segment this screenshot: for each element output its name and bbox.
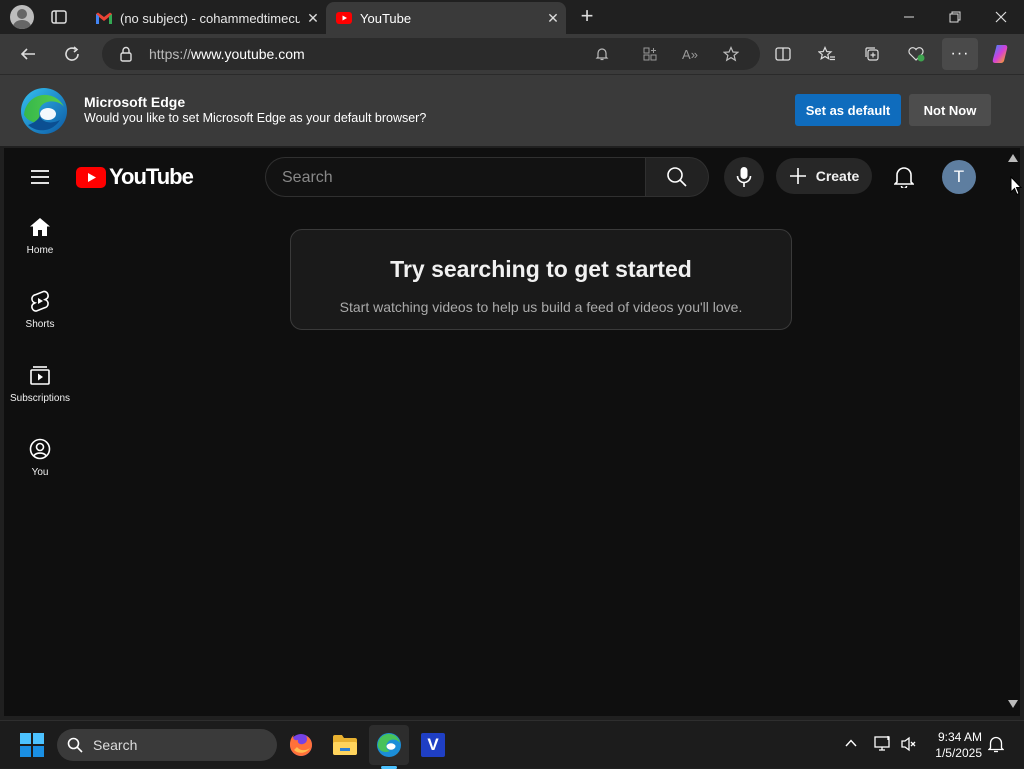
youtube-wordmark: YouTube xyxy=(109,164,194,189)
firefox-icon xyxy=(290,734,312,756)
clock-date[interactable]: 1/5/2025 xyxy=(925,746,982,760)
edge-icon xyxy=(377,733,401,757)
scroll-up-arrow[interactable] xyxy=(1008,154,1018,162)
close-tab-icon[interactable]: ✕ xyxy=(300,10,326,27)
settings-more-icon[interactable]: ··· xyxy=(942,38,978,70)
read-aloud-icon[interactable]: A» xyxy=(676,40,704,68)
lock-icon[interactable] xyxy=(119,46,133,62)
voice-search-button[interactable] xyxy=(724,157,764,197)
youtube-logo[interactable]: YouTube xyxy=(76,164,194,189)
show-hidden-icons-button[interactable] xyxy=(843,735,861,753)
collections-icon[interactable] xyxy=(858,40,886,68)
clock-time[interactable]: 9:34 AM xyxy=(930,730,982,744)
back-button[interactable] xyxy=(12,38,44,70)
favorite-star-icon[interactable] xyxy=(717,40,745,68)
notifications-button[interactable] xyxy=(884,157,924,197)
profile-avatar-icon[interactable] xyxy=(10,5,34,29)
search-icon xyxy=(667,167,687,187)
sidebar-item-subscriptions[interactable]: Subscriptions xyxy=(4,347,76,419)
minimize-button[interactable] xyxy=(886,0,932,34)
v-app-icon: V xyxy=(421,733,445,757)
url-host: www.youtube.com xyxy=(191,46,305,62)
taskbar-file-explorer[interactable] xyxy=(325,725,365,765)
new-tab-button[interactable]: + xyxy=(576,5,598,27)
folder-icon xyxy=(333,735,357,755)
scroll-down-arrow[interactable] xyxy=(1008,700,1018,708)
tab-title: YouTube xyxy=(360,10,412,26)
taskbar-app-v[interactable]: V xyxy=(413,725,453,765)
tab-youtube[interactable]: YouTube ✕ xyxy=(326,2,566,34)
empty-feed-prompt: Try searching to get started Start watch… xyxy=(290,229,792,330)
taskbar-search-label: Search xyxy=(93,737,138,753)
copilot-icon[interactable] xyxy=(987,40,1015,68)
tab-title: (no subject) - cohammedtimecub xyxy=(120,10,300,26)
gmail-icon xyxy=(96,10,112,26)
you-icon xyxy=(29,438,51,459)
app-available-icon[interactable] xyxy=(636,40,664,68)
infobar-message: Would you like to set Microsoft Edge as … xyxy=(84,111,427,125)
split-screen-icon[interactable] xyxy=(769,40,797,68)
default-browser-infobar: Microsoft Edge Would you like to set Mic… xyxy=(0,74,1024,146)
url-scheme: https:// xyxy=(149,46,192,62)
create-button[interactable]: Create xyxy=(776,158,872,194)
search-button[interactable] xyxy=(645,157,709,197)
chevron-up-icon xyxy=(845,739,857,747)
microphone-icon xyxy=(736,167,752,187)
sidebar-item-home[interactable]: Home xyxy=(4,199,76,271)
home-icon xyxy=(30,217,50,236)
search-icon xyxy=(67,737,83,753)
search-box xyxy=(265,157,645,197)
close-window-button[interactable] xyxy=(978,0,1024,34)
youtube-page: YouTube Create T Home Shorts Subscriptio… xyxy=(4,148,1023,716)
create-label: Create xyxy=(815,168,860,184)
browser-toolbar: https://www.youtube.com A» ··· xyxy=(0,34,1024,74)
prompt-subtitle: Start watching videos to help us build a… xyxy=(339,299,743,315)
not-now-button[interactable]: Not Now xyxy=(909,94,991,126)
start-button[interactable] xyxy=(20,733,44,757)
close-tab-icon[interactable]: ✕ xyxy=(540,10,566,27)
tab-actions-icon[interactable] xyxy=(50,8,68,26)
sidebar-item-label: Subscriptions xyxy=(9,392,71,404)
tab-gmail[interactable]: (no subject) - cohammedtimecub ✕ xyxy=(86,2,326,34)
plus-icon xyxy=(789,168,806,184)
taskbar-search[interactable]: Search xyxy=(57,729,277,761)
youtube-icon xyxy=(336,10,352,26)
volume-muted-icon[interactable] xyxy=(899,735,919,755)
network-icon[interactable] xyxy=(873,735,893,755)
notification-center-icon[interactable] xyxy=(987,735,1006,755)
notification-bell-icon[interactable] xyxy=(588,40,616,68)
browser-essentials-icon[interactable] xyxy=(902,40,930,68)
sidebar-item-you[interactable]: You xyxy=(4,421,76,493)
set-as-default-button[interactable]: Set as default xyxy=(795,94,901,126)
edge-logo-icon xyxy=(20,87,68,135)
browser-tab-bar: (no subject) - cohammedtimecub ✕ YouTube… xyxy=(0,0,1024,34)
sidebar-item-shorts[interactable]: Shorts xyxy=(4,273,76,345)
prompt-title: Try searching to get started xyxy=(390,256,692,282)
youtube-play-icon xyxy=(76,166,106,188)
account-avatar[interactable]: T xyxy=(942,160,976,194)
sidebar-item-label: Home xyxy=(26,244,54,256)
subscriptions-icon xyxy=(30,365,50,385)
infobar-title: Microsoft Edge xyxy=(84,94,186,110)
search-input[interactable] xyxy=(282,168,622,188)
sidebar-item-label: Shorts xyxy=(25,318,55,330)
favorites-icon[interactable] xyxy=(813,40,841,68)
sidebar-item-label: You xyxy=(31,466,49,478)
windows-taskbar: Search V 9:34 AM 1/5/2025 xyxy=(0,720,1024,769)
restore-button[interactable] xyxy=(932,0,978,34)
shorts-icon xyxy=(31,290,49,312)
address-bar[interactable]: https://www.youtube.com A» xyxy=(102,38,760,70)
bell-icon xyxy=(894,167,914,188)
taskbar-firefox[interactable] xyxy=(281,725,321,765)
windows-logo-icon xyxy=(20,733,44,757)
mouse-cursor-icon xyxy=(1010,175,1023,201)
refresh-button[interactable] xyxy=(56,38,88,70)
url-text: https://www.youtube.com xyxy=(149,46,305,62)
hamburger-menu-icon[interactable] xyxy=(28,165,52,189)
taskbar-edge[interactable] xyxy=(369,725,409,765)
